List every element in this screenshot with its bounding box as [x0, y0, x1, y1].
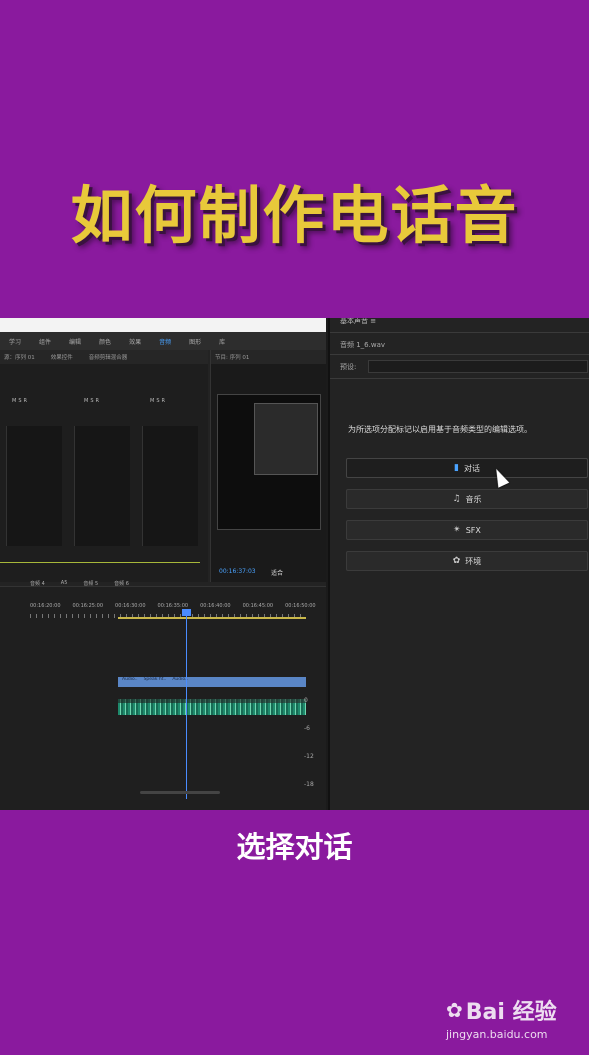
- divider: [330, 332, 589, 333]
- sfx-icon: ✴: [453, 525, 461, 535]
- audio-clips-track[interactable]: Audio.. Speak ht.. Audio..: [118, 677, 306, 687]
- ambience-icon: ✿: [452, 556, 461, 566]
- workspace-tab[interactable]: 效果: [120, 337, 150, 346]
- music-icon: ♫: [452, 494, 461, 504]
- dialogue-button[interactable]: ▮ 对话: [346, 458, 588, 478]
- monitor-timecode[interactable]: 00:16:37:03: [219, 568, 256, 575]
- watermark-url: jingyan.baidu.com: [446, 1028, 548, 1041]
- button-label: 对话: [463, 463, 480, 473]
- divider: [330, 354, 589, 355]
- audio-clip-mixer: 源：序列 01 效果控件 音频剪辑混合器 M S R M S R M S R 音…: [0, 350, 208, 587]
- mute-button[interactable]: M: [84, 398, 88, 410]
- solo-button[interactable]: S: [18, 398, 21, 410]
- mixer-tab[interactable]: 效果控件: [51, 353, 73, 361]
- watermark-logo: ✿ Bai 经验: [446, 994, 586, 1026]
- ambience-button[interactable]: ✿ 环境: [346, 551, 588, 571]
- channel-meter: [142, 426, 198, 546]
- nested-screenshot: [254, 403, 318, 475]
- channel-controls[interactable]: M S R: [150, 398, 165, 410]
- program-monitor: 节目: 序列 01 00:16:37:03 适合: [210, 350, 326, 582]
- workspace-tab-audio[interactable]: 音频: [150, 337, 180, 346]
- monitor-preview: [217, 394, 321, 530]
- audio-clip[interactable]: Audio..: [118, 677, 138, 687]
- record-button[interactable]: R: [24, 398, 27, 410]
- record-button[interactable]: R: [96, 398, 99, 410]
- monitor-header[interactable]: 节目: 序列 01: [211, 350, 326, 364]
- meter-label: 0: [304, 697, 308, 704]
- music-button[interactable]: ♫ 音乐: [346, 489, 588, 509]
- meter-label: -6: [304, 725, 310, 732]
- solo-button[interactable]: S: [156, 398, 159, 410]
- workspace-tab[interactable]: 学习: [0, 337, 30, 346]
- mixer-header: 源：序列 01 效果控件 音频剪辑混合器: [0, 350, 208, 364]
- timeline-panel: 00:16:20:00 00:16:25:00 00:16:30:00 00:1…: [0, 586, 326, 810]
- caption-text: 选择对话: [236, 830, 353, 864]
- channel-controls[interactable]: M S R: [12, 398, 27, 410]
- meter-label: -12: [304, 753, 314, 760]
- workspace-tab[interactable]: 组件: [30, 337, 60, 346]
- workspace-tab[interactable]: 颜色: [90, 337, 120, 346]
- essential-sound-panel: 基本声音 ≡ 音频 1_6.wav 预设: 为所选项分配标记以启用基于音频类型的…: [328, 318, 589, 810]
- button-label: 音乐: [465, 494, 482, 504]
- assign-tag-hint: 为所选项分配标记以启用基于音频类型的编辑选项。: [348, 425, 532, 434]
- button-label: 环境: [465, 556, 482, 566]
- page-title: 如何制作电话音: [70, 179, 519, 252]
- premiere-left-area: 学习 组件 编辑 颜色 效果 音频 图形 库 源：序列 01 效果控件 音频剪辑…: [0, 318, 326, 810]
- mixer-tab[interactable]: 源：序列 01: [4, 353, 35, 361]
- divider: [330, 378, 589, 379]
- baidu-watermark: ✿ Bai 经验 jingyan.baidu.com: [446, 994, 586, 1041]
- mute-button[interactable]: M: [150, 398, 154, 410]
- mixer-tab[interactable]: 音频剪辑混合器: [89, 353, 128, 361]
- watermark-brand: Bai 经验: [465, 1000, 557, 1025]
- channel-controls[interactable]: M S R: [84, 398, 99, 410]
- solo-button[interactable]: S: [90, 398, 93, 410]
- clip-file-name: 音频 1_6.wav: [340, 341, 386, 349]
- level-line: [0, 562, 200, 563]
- audio-clip[interactable]: Audio..: [168, 677, 188, 687]
- audio-waveform-clip[interactable]: [118, 699, 306, 715]
- preset-dropdown[interactable]: [368, 360, 588, 373]
- mute-button[interactable]: M: [12, 398, 16, 410]
- timeline-scrollbar[interactable]: [140, 791, 220, 794]
- work-area-bar[interactable]: [118, 617, 306, 619]
- workspace-tab[interactable]: 图形: [180, 337, 210, 346]
- paw-icon: ✿: [446, 998, 463, 1022]
- record-button[interactable]: R: [162, 398, 165, 410]
- workspace-bar: 学习 组件 编辑 颜色 效果 音频 图形 库: [0, 332, 326, 350]
- playhead-handle[interactable]: [182, 609, 191, 616]
- audio-clip[interactable]: Speak ht..: [140, 677, 167, 687]
- playhead-line[interactable]: [186, 609, 187, 799]
- channel-meter: [74, 426, 130, 546]
- preset-label: 预设:: [340, 363, 357, 371]
- workspace-tab[interactable]: 编辑: [60, 337, 90, 346]
- dialogue-icon: ▮: [454, 463, 459, 473]
- meter-label: -18: [304, 781, 314, 788]
- panel-title[interactable]: 基本声音 ≡: [340, 318, 376, 326]
- sfx-button[interactable]: ✴ SFX: [346, 520, 588, 540]
- button-label: SFX: [465, 525, 481, 535]
- audio-meter-scale: 0 -6 -12 -18: [304, 687, 314, 799]
- channel-meter: [6, 426, 62, 546]
- window-top-bar: [0, 318, 326, 332]
- editor-screenshot: 学习 组件 编辑 颜色 效果 音频 图形 库 源：序列 01 效果控件 音频剪辑…: [0, 318, 589, 810]
- workspace-tab[interactable]: 库: [210, 337, 234, 346]
- zoom-fit-select[interactable]: 适合: [271, 568, 283, 577]
